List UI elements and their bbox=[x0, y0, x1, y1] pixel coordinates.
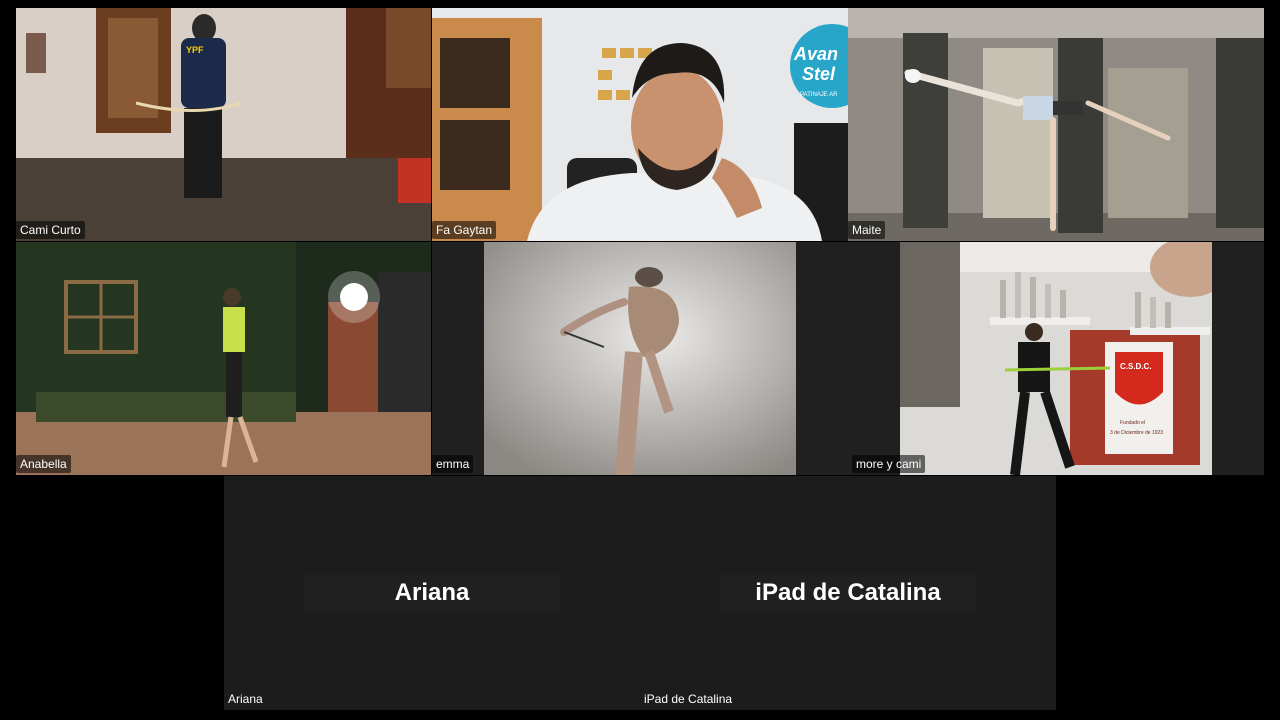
participant-name: emma bbox=[432, 455, 474, 473]
video-tile-fa-gaytan[interactable]: Avan Stel PATINAJE AR Fa Gaytan bbox=[432, 8, 848, 241]
flag-text-2: 3 de Diciembre de 1923 bbox=[1110, 430, 1163, 436]
participant-name: Ariana bbox=[228, 692, 263, 706]
participant-name: iPad de Catalina bbox=[644, 692, 733, 706]
video-feed bbox=[16, 242, 431, 475]
video-tile-emma[interactable]: emma bbox=[432, 242, 848, 475]
video-tile-cami-curto[interactable]: YPF Cami Curto bbox=[16, 8, 431, 241]
video-feed: Avan Stel PATINAJE AR bbox=[432, 8, 848, 241]
video-tile-anabella[interactable]: Anabella bbox=[16, 242, 431, 475]
participant-name: Maite bbox=[848, 221, 886, 239]
video-tile-ipad-de-catalina[interactable]: iPad de Catalina iPad de Catalina bbox=[640, 476, 1056, 710]
flag-letters: C.S.D.C. bbox=[1120, 362, 1152, 371]
participant-name: Anabella bbox=[16, 455, 71, 473]
video-tile-maite[interactable]: Maite bbox=[848, 8, 1264, 241]
participant-name: more y cami bbox=[852, 455, 926, 473]
participant-display-name: iPad de Catalina bbox=[720, 575, 976, 611]
banner-text-3: PATINAJE AR bbox=[800, 92, 838, 98]
video-tile-ariana[interactable]: Ariana Ariana bbox=[224, 476, 640, 710]
participant-display-name: Ariana bbox=[304, 575, 560, 611]
flag-text-1: Fundado el bbox=[1120, 420, 1145, 426]
video-tile-more-y-cami[interactable]: C.S.D.C. Fundado el 3 de Diciembre de 19… bbox=[848, 242, 1264, 475]
video-feed bbox=[484, 242, 796, 475]
video-feed: YPF bbox=[16, 8, 431, 241]
video-feed bbox=[848, 8, 1264, 241]
banner-text-1: Avan bbox=[793, 44, 838, 64]
participant-name: Fa Gaytan bbox=[432, 221, 497, 239]
video-feed: C.S.D.C. Fundado el 3 de Diciembre de 19… bbox=[900, 242, 1212, 475]
participant-name: Cami Curto bbox=[16, 221, 85, 239]
shirt-logo: YPF bbox=[186, 45, 204, 55]
banner-text-2: Stel bbox=[802, 64, 836, 84]
